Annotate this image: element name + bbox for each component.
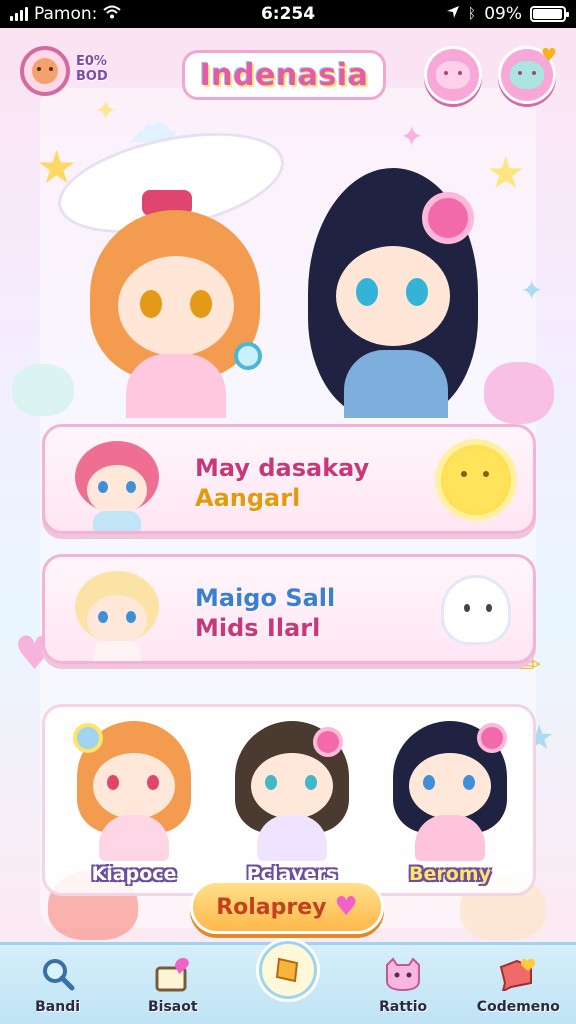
gift-mascot-icon: [510, 61, 544, 89]
wifi-icon: [103, 4, 122, 24]
heart-badge-icon: ♥: [540, 45, 557, 66]
battery-icon: [530, 6, 569, 22]
nav-item-codemeno[interactable]: Codemeno: [463, 945, 573, 1015]
hero-illustration: [49, 115, 510, 418]
nav-item-rattio[interactable]: Rattio: [348, 945, 458, 1015]
gift-button[interactable]: ♥: [498, 45, 557, 104]
stats-line-2: BOD: [76, 69, 108, 84]
cat-sticker-icon: [12, 364, 74, 416]
chat-heart-icon: [495, 951, 541, 997]
header: E0% BOD Indenasia ♥: [0, 36, 576, 106]
magnifier-icon: [35, 951, 81, 997]
hero-girl-orange: [49, 115, 293, 418]
character-card[interactable]: Kiapoce: [59, 715, 209, 893]
play-button-label: Rolaprey: [216, 894, 327, 920]
character-grid: Kiapoce Pclavers Beromy: [42, 704, 536, 896]
nav-item-bandi[interactable]: Bandi: [3, 945, 113, 1015]
carrier-label: Pamon:: [34, 4, 98, 24]
bluetooth-icon: ᛒ: [467, 6, 477, 22]
flower-icon: [422, 192, 474, 244]
app-screen: ★ ★ ✦ ✦ ✦ ☁ ♥ ✏ ★ E0% BOD Indenasia ♥ Ma…: [0, 28, 576, 942]
gift-box-icon: [150, 951, 196, 997]
nav-label: Bisaot: [148, 999, 198, 1015]
nav-item-home[interactable]: [233, 941, 343, 1001]
flower-icon: [477, 723, 507, 753]
nav-label: Rattio: [379, 999, 428, 1015]
card-subtitle: Mids Ilarl: [195, 614, 321, 642]
nav-label: Codemeno: [476, 999, 560, 1015]
list-card[interactable]: May dasakay Aangarl: [42, 424, 536, 534]
signal-icon: [10, 7, 28, 21]
player-stats: E0% BOD: [76, 54, 108, 84]
nav-label: Bandi: [35, 999, 81, 1015]
character-card[interactable]: Beromy: [375, 715, 525, 893]
card-subtitle: Aangarl: [195, 484, 301, 512]
nav-item-bisaot[interactable]: Bisaot: [118, 945, 228, 1015]
clock: 6:254: [260, 4, 316, 24]
status-bar: Pamon: 6:254 ᛒ 09%: [0, 0, 576, 28]
battery-percent: 09%: [484, 4, 522, 24]
sun-icon: [441, 445, 511, 515]
chat-mascot-icon: [436, 61, 470, 89]
stats-line-1: E0%: [76, 54, 107, 69]
card-avatar: [67, 435, 167, 531]
cat-face-icon: [380, 951, 426, 997]
sparkle-icon: ✦: [520, 274, 544, 307]
play-button[interactable]: Rolaprey ♥: [190, 880, 384, 934]
heart-icon: ♥: [334, 892, 358, 922]
app-title: Indenasia: [182, 50, 386, 100]
character-name: Beromy: [409, 863, 491, 885]
flower-icon: [73, 723, 103, 753]
bottom-nav: Bandi Bisaot Rattio Codemeno: [0, 941, 576, 1024]
list-card[interactable]: Maigo Sall Mids Ilarl: [42, 554, 536, 664]
card-title: Maigo Sall: [195, 584, 336, 612]
chat-mascot-button[interactable]: [424, 46, 482, 104]
ghost-cat-icon: [441, 575, 511, 645]
battery-level: [533, 9, 562, 19]
profile-avatar[interactable]: [20, 46, 70, 96]
avatar-face-icon: [32, 58, 58, 84]
flower-icon: [313, 727, 343, 757]
location-icon: [446, 4, 460, 24]
magnifier-icon: [234, 342, 262, 370]
card-title: May dasakay: [195, 454, 370, 482]
home-icon: [258, 941, 317, 999]
hero-girl-dark: [290, 128, 500, 418]
character-card[interactable]: Pclavers: [217, 715, 367, 893]
card-avatar: [67, 565, 167, 661]
character-name: Kiapoce: [91, 863, 177, 885]
